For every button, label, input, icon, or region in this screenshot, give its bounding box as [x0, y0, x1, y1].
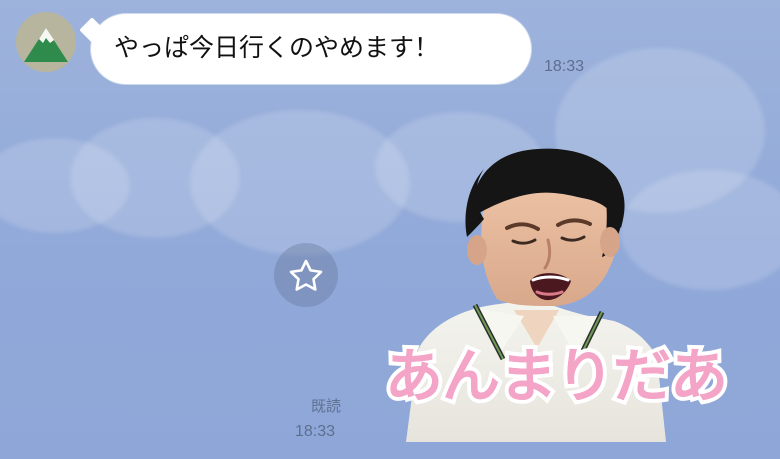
crying-man-sticker[interactable]: あんまりだあ あんまりだあ	[366, 145, 769, 442]
outgoing-sticker-time: 18:33	[295, 423, 336, 440]
incoming-message-text: やっぱ今日行くのやめます！	[114, 33, 440, 62]
sticker-caption-text: あんまりだあ	[385, 342, 728, 410]
favorite-sticker-button[interactable]	[274, 243, 338, 307]
star-icon	[289, 259, 323, 291]
incoming-message-time: 18:33	[544, 58, 585, 75]
mountain-avatar-icon	[16, 12, 76, 72]
contact-avatar[interactable]	[16, 12, 76, 72]
incoming-message-bubble[interactable]: やっぱ今日行くのやめます！	[91, 14, 531, 84]
read-receipt-label: 既読	[311, 397, 342, 415]
